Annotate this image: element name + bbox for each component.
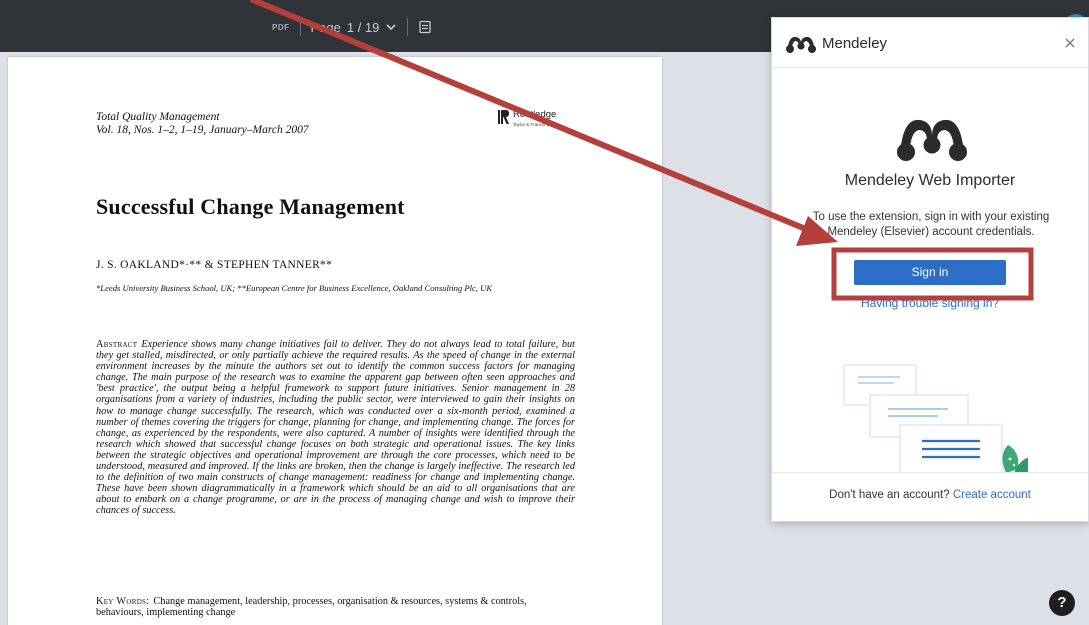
mendeley-logo-large-icon [897,119,967,161]
keywords-body: Change management, leadership, processes… [96,596,527,619]
close-icon[interactable] [1062,35,1078,51]
mendeley-panel: Mendeley Mendeley Web Importer To use th… [771,17,1089,522]
abstract-label: Abstract [96,339,138,350]
sign-in-button[interactable]: Sign in [854,260,1006,285]
publisher-subtitle: Taylor & Francis Group [513,122,560,127]
create-account-link[interactable]: Create account [953,489,1031,501]
panel-header: Mendeley [772,18,1088,68]
journal-volume: Vol. 18, Nos. 1–2, 1–19, January–March 2… [96,124,309,136]
paper-authors: J. S. OAKLAND*·** & STEPHEN TANNER** [96,259,333,271]
chevron-down-icon[interactable] [385,21,397,33]
panel-footer: Don't have an account? Create account [772,489,1088,501]
abstract: Abstract Experience shows many change ini… [96,339,575,517]
publisher-logo: Routledge Taylor & Francis Group [498,110,559,130]
paper-title: Successful Change Management [96,194,405,219]
help-button[interactable]: ? [1049,590,1075,616]
keywords-label: Key Words: [96,596,150,607]
toolbar-divider [407,18,409,36]
pdf-page: Total Quality Management Vol. 18, Nos. 1… [8,57,662,625]
mendeley-logo-icon [786,36,816,53]
trouble-signing-in-link[interactable]: Having trouble signing in? [772,296,1088,310]
signin-description: To use the extension, sign in with your … [812,211,1050,238]
page-control: PDF Page 1 / 19 [272,17,432,37]
journal-citation: Total Quality Management Vol. 18, Nos. 1… [96,111,309,137]
documents-illustration [843,364,1028,473]
panel-header-title: Mendeley [822,35,888,52]
routledge-mark-icon [498,110,509,124]
document-view-icon[interactable] [418,20,432,34]
page-number[interactable]: 1 / 19 [347,20,380,35]
toolbar-divider [299,18,301,36]
abstract-body: Experience shows many change initiatives… [96,339,575,517]
no-account-text: Don't have an account? [829,489,950,501]
author-affiliation: *Leeds University Business School, UK; *… [96,283,493,293]
footer-divider [772,472,1088,473]
importer-title: Mendeley Web Importer [844,172,1016,189]
journal-name: Total Quality Management [96,111,220,123]
publisher-name: Routledge [513,109,557,120]
keywords: Key Words: Change management, leadership,… [96,596,575,618]
file-type-tag: PDF [272,22,290,32]
page-label: Page [310,19,341,35]
